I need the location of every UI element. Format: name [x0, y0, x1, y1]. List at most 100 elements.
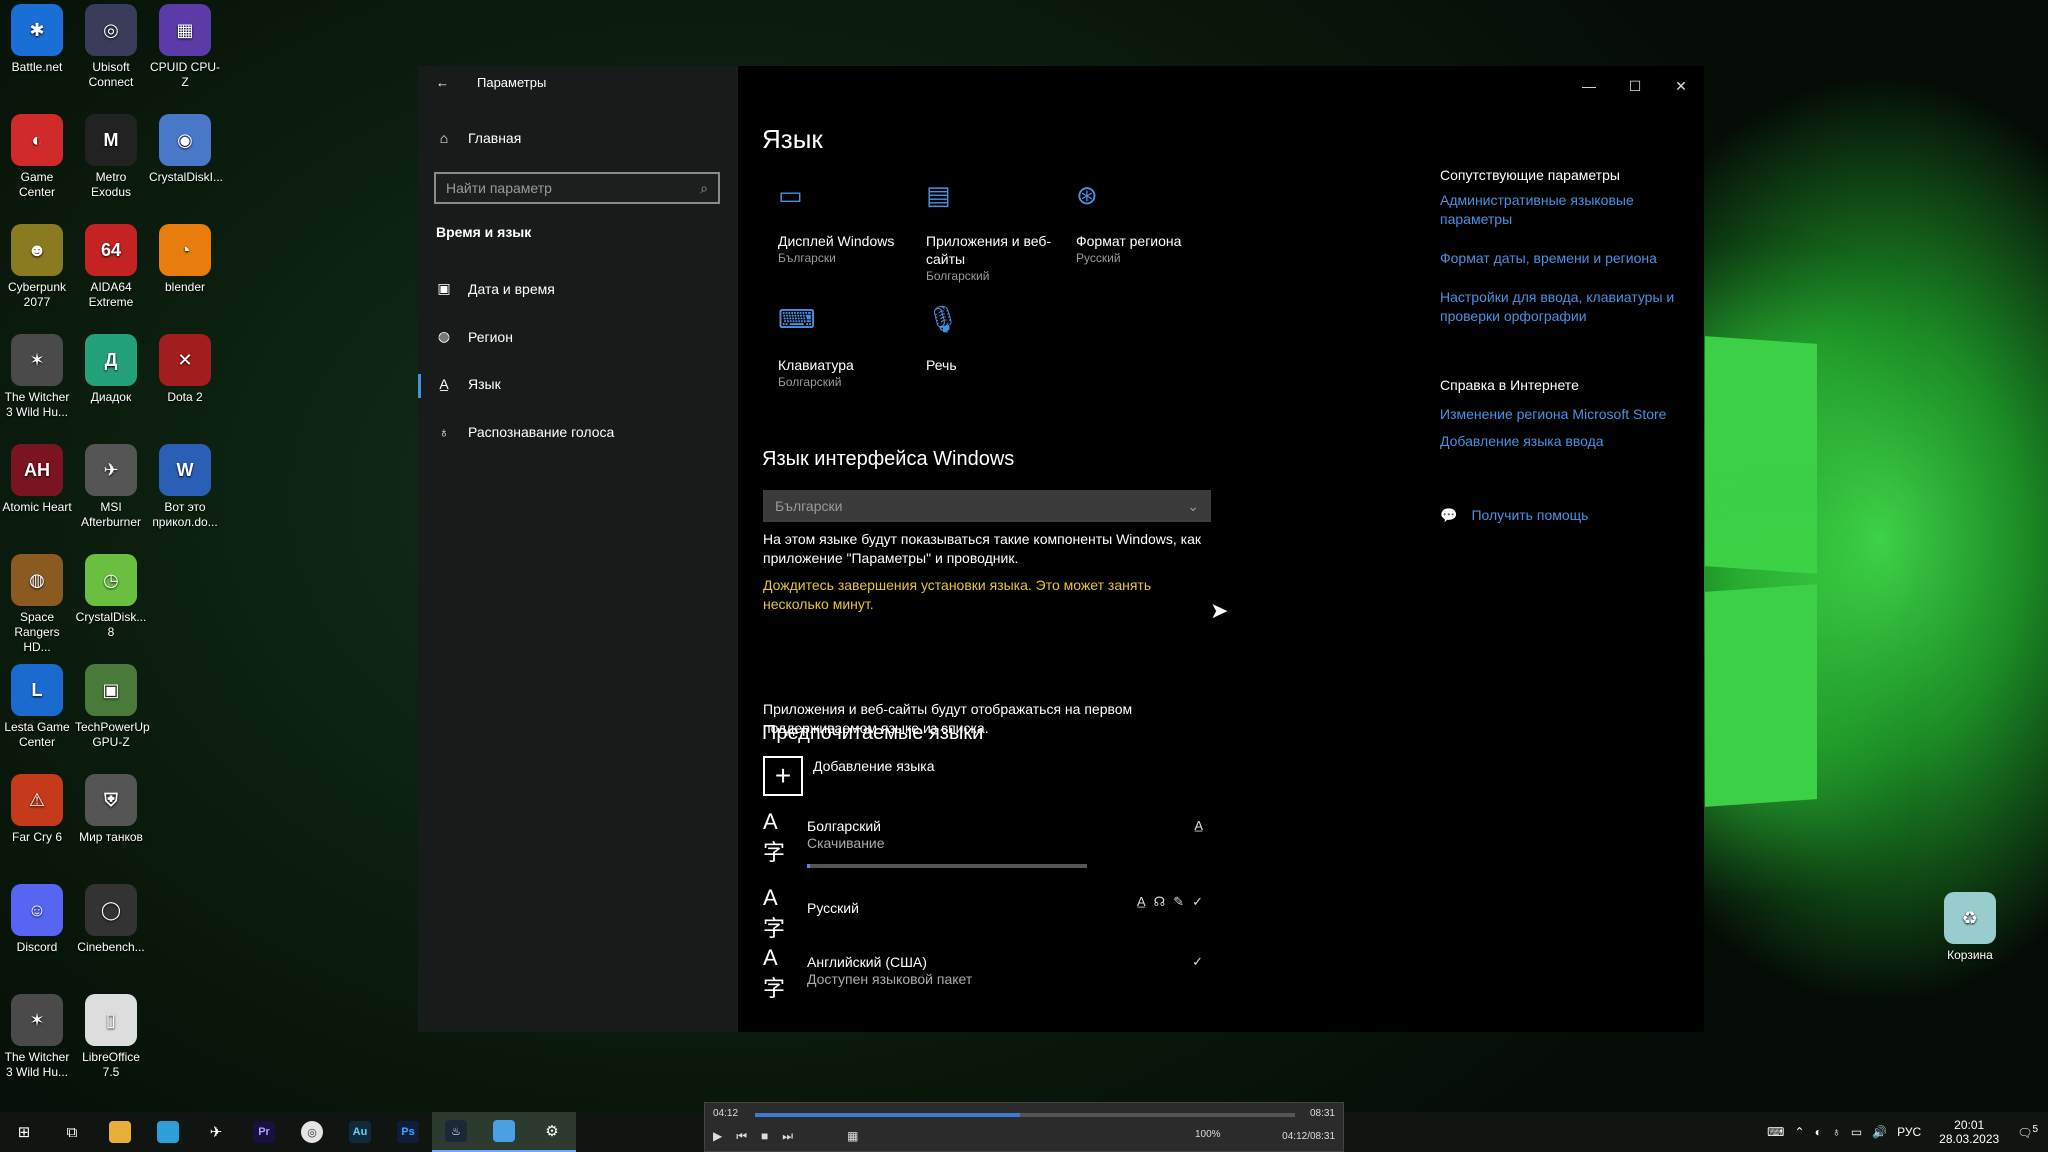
tile-keyboard[interactable]: ⌨ Клавиатура Болгарский: [778, 306, 918, 390]
ui-language-dropdown[interactable]: Български ⌄: [763, 490, 1211, 522]
desktop-icon-label: Atomic Heart: [2, 500, 72, 514]
link-date-time-format[interactable]: Формат даты, времени и региона: [1440, 249, 1690, 268]
get-help-link[interactable]: 💬 Получить помощь: [1440, 506, 1690, 525]
clock[interactable]: 20:01 28.03.2023: [1939, 1118, 1999, 1146]
desktop-icon[interactable]: ⛨ Мир танков: [75, 774, 147, 845]
back-arrow-icon[interactable]: ←: [436, 75, 449, 90]
nav-item-date-time[interactable]: ▣ Дата и время: [436, 280, 554, 297]
close-icon[interactable]: ✕: [1658, 70, 1704, 102]
minimize-icon[interactable]: —: [1566, 70, 1612, 102]
play-icon[interactable]: ▶: [713, 1129, 722, 1144]
network-icon[interactable]: ▭: [1851, 1125, 1862, 1139]
app-icon: ♻: [1944, 892, 1996, 944]
taskbar-audition[interactable]: Au: [336, 1112, 384, 1152]
playlist-icon[interactable]: ▦: [847, 1129, 858, 1144]
nav-item-language[interactable]: A̲ Язык: [436, 376, 500, 392]
keyboard-tray-icon[interactable]: ⌨: [1767, 1125, 1784, 1139]
desktop-icon-label: The Witcher 3 Wild Hu...: [4, 390, 70, 419]
link-admin-language[interactable]: Административные языковые параметры: [1440, 191, 1690, 229]
start-button[interactable]: ⊞: [0, 1112, 48, 1152]
player-seek-bar[interactable]: [755, 1113, 1295, 1117]
desktop-icon[interactable]: ◉ CrystalDiskI...: [149, 114, 223, 185]
storage-icon[interactable]: ◐: [1815, 1125, 1822, 1139]
link-add-input-language[interactable]: Добавление языка ввода: [1440, 432, 1690, 451]
next-icon[interactable]: ⏭: [782, 1129, 793, 1144]
desktop-icon[interactable]: ✈ MSI Afterburner: [75, 444, 147, 530]
tile-apps-websites[interactable]: ▤ Приложения и веб-сайты Болгарский: [926, 182, 1066, 284]
desktop-icon[interactable]: ◐ Game Center: [1, 114, 73, 200]
nav-item-speech-recognition[interactable]: ♁ Распознавание голоса: [436, 424, 615, 440]
desktop-icon[interactable]: 64 AIDA64 Extreme: [75, 224, 147, 310]
desktop-icon[interactable]: ▣ TechPowerUp GPU-Z: [75, 664, 150, 750]
web-help: Справка в Интернете Изменение региона Mi…: [1440, 376, 1690, 451]
language-icon: A字: [763, 885, 786, 941]
notifications-icon[interactable]: 🗨5: [2017, 1124, 2038, 1140]
desktop-icon[interactable]: ◍ Space Rangers HD...: [1, 554, 73, 655]
desktop-icon-label: CrystalDisk... 8: [75, 610, 147, 639]
desktop-icon[interactable]: ☺ Discord: [1, 884, 73, 955]
app-icon: ✶: [11, 334, 63, 386]
language-capabilities: A̲ ☊ ✎ ✓: [1137, 894, 1203, 910]
app-icon: ◉: [159, 114, 211, 166]
desktop-icon[interactable]: L Lesta Game Center: [1, 664, 73, 750]
chrome-icon: ◎: [301, 1121, 323, 1143]
link-change-store-region[interactable]: Изменение региона Microsoft Store: [1440, 405, 1690, 424]
language-icon: A̲: [439, 376, 449, 392]
link-input-settings[interactable]: Настройки для ввода, клавиатуры и провер…: [1440, 288, 1690, 326]
desktop-icon[interactable]: ✶ The Witcher 3 Wild Hu...: [1, 334, 73, 420]
tile-windows-display[interactable]: ▭ Дисплей Windows Български: [778, 182, 918, 266]
app-icon: ◷: [85, 554, 137, 606]
search-input[interactable]: Найти параметр ⌕: [434, 172, 720, 204]
stop-icon[interactable]: ■: [761, 1129, 768, 1144]
desktop-icon[interactable]: Д Диадок: [75, 334, 147, 405]
wallpaper-pane: [1705, 584, 1817, 807]
language-item-bulgarian[interactable]: A字 Болгарский Скачивание A̲: [763, 809, 1213, 868]
app-icon: ✕: [159, 334, 211, 386]
nav-item-region[interactable]: ◍ Регион: [436, 328, 513, 345]
task-view-button[interactable]: ⧉: [48, 1112, 96, 1152]
player-time-display: 04:12/08:31: [1282, 1131, 1335, 1142]
language-item-russian[interactable]: A字 Русский A̲ ☊ ✎ ✓: [763, 885, 1213, 941]
desktop-icon[interactable]: ◎ Ubisoft Connect: [75, 4, 147, 90]
desktop-icon[interactable]: W Вот это прикол.do...: [149, 444, 221, 530]
taskbar-app-window[interactable]: [480, 1112, 528, 1152]
add-language-button[interactable]: + Добавление языка: [763, 756, 935, 796]
desktop-icon[interactable]: ✕ Dota 2: [149, 334, 221, 405]
desktop-icon[interactable]: ⚠ Far Cry 6: [1, 774, 73, 845]
desktop-icon[interactable]: ◔ blender: [149, 224, 221, 295]
desktop-icon[interactable]: ▯ LibreOffice 7.5: [75, 994, 147, 1080]
language-item-english-us[interactable]: A字 Английский (США) Доступен языковой па…: [763, 945, 1213, 1001]
microphone-icon: 🎙: [926, 304, 960, 334]
player-volume[interactable]: 100%: [1195, 1129, 1221, 1140]
tile-region-format[interactable]: ⊛ Формат региона Русский: [1076, 182, 1216, 266]
desktop-icon[interactable]: AH Atomic Heart: [1, 444, 73, 515]
tile-speech[interactable]: 🎙 Речь: [926, 304, 1066, 374]
desktop-icon[interactable]: ▦ CPUID CPU-Z: [149, 4, 221, 90]
chevron-up-icon[interactable]: ⌃: [1795, 1125, 1805, 1139]
maximize-icon[interactable]: ☐: [1612, 70, 1658, 102]
desktop-icon[interactable]: ☻ Cyberpunk 2077: [1, 224, 73, 310]
taskbar-explorer[interactable]: [96, 1112, 144, 1152]
taskbar-premiere[interactable]: Pr: [240, 1112, 288, 1152]
desktop-icon[interactable]: ◷ CrystalDisk... 8: [75, 554, 147, 640]
photoshop-icon: Ps: [397, 1121, 419, 1143]
taskbar-photoshop[interactable]: Ps: [384, 1112, 432, 1152]
desktop-icon[interactable]: ◯ Cinebench...: [75, 884, 147, 955]
app-icon: ✈: [85, 444, 137, 496]
desktop-icon[interactable]: M Metro Exodus: [75, 114, 147, 200]
desktop-icon[interactable]: ✶ The Witcher 3 Wild Hu...: [1, 994, 73, 1080]
desktop-icon[interactable]: ✱ Battle.net: [1, 4, 73, 75]
taskbar-steam[interactable]: ♨: [432, 1112, 480, 1152]
app-icon: L: [11, 664, 63, 716]
app-icon: ◍: [11, 554, 63, 606]
taskbar-app[interactable]: ✈: [192, 1112, 240, 1152]
taskbar-settings[interactable]: ⚙: [528, 1112, 576, 1152]
microphone-tray-icon[interactable]: ♁: [1832, 1125, 1841, 1139]
taskbar-edge[interactable]: [144, 1112, 192, 1152]
taskbar-chrome[interactable]: ◎: [288, 1112, 336, 1152]
volume-icon[interactable]: 🔊: [1872, 1125, 1887, 1139]
desktop-icon[interactable]: ♻ Корзина: [1934, 892, 2006, 963]
nav-home[interactable]: ⌂ Главная: [436, 130, 522, 146]
input-language[interactable]: РУС: [1897, 1125, 1921, 1139]
previous-icon[interactable]: ⏮: [736, 1129, 747, 1144]
